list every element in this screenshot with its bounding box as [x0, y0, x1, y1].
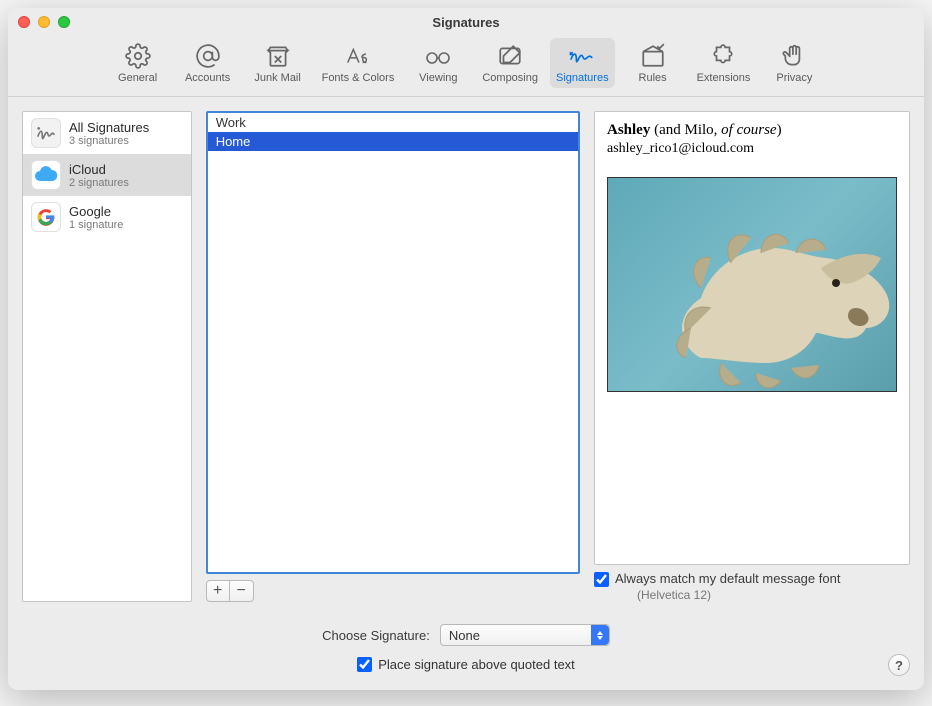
close-window-button[interactable] — [18, 16, 30, 28]
choose-signature-select[interactable]: None — [440, 624, 610, 646]
zoom-window-button[interactable] — [58, 16, 70, 28]
match-font-text: Always match my default message font (He… — [615, 571, 840, 602]
google-icon — [31, 202, 61, 232]
tab-viewing[interactable]: Viewing — [406, 38, 470, 88]
account-title: iCloud — [69, 162, 129, 177]
account-list[interactable]: All Signatures 3 signatures iCloud 2 sig… — [22, 111, 192, 602]
account-sub: 3 signatures — [69, 135, 149, 147]
match-font-option: Always match my default message font (He… — [594, 571, 910, 602]
hand-icon — [780, 42, 808, 70]
compose-icon — [496, 42, 524, 70]
tab-label: Composing — [482, 72, 538, 84]
tab-rules[interactable]: Rules — [621, 38, 685, 88]
add-signature-button[interactable]: + — [206, 580, 230, 602]
account-text: iCloud 2 signatures — [69, 162, 129, 189]
match-font-sub: (Helvetica 12) — [637, 588, 840, 602]
fonts-icon — [344, 42, 372, 70]
panels: All Signatures 3 signatures iCloud 2 sig… — [8, 97, 924, 608]
place-above-label: Place signature above quoted text — [378, 657, 575, 672]
signature-name-line: Ashley (and Milo, of course) — [607, 122, 897, 139]
rules-icon — [639, 42, 667, 70]
bottom-controls: Choose Signature: None Place signature a… — [8, 608, 924, 690]
select-stepper-icon — [591, 625, 609, 645]
tab-accounts[interactable]: Accounts — [176, 38, 240, 88]
tab-privacy[interactable]: Privacy — [762, 38, 826, 88]
account-text: Google 1 signature — [69, 204, 123, 231]
preferences-toolbar: General Accounts Junk Mail Fonts & Color… — [8, 36, 924, 97]
puzzle-icon — [709, 42, 737, 70]
tab-composing[interactable]: Composing — [476, 38, 544, 88]
sig-name-paren-post: ) — [777, 122, 782, 138]
bin-icon — [264, 42, 292, 70]
place-above-checkbox[interactable] — [357, 657, 372, 672]
signature-icon — [568, 42, 596, 70]
choose-signature-row: Choose Signature: None — [22, 624, 910, 646]
account-text: All Signatures 3 signatures — [69, 120, 149, 147]
match-font-checkbox[interactable] — [594, 572, 609, 587]
sig-name-italic: of course — [721, 122, 776, 138]
tab-label: Viewing — [419, 72, 457, 84]
signature-image — [607, 177, 897, 392]
help-button[interactable]: ? — [888, 654, 910, 676]
account-title: All Signatures — [69, 120, 149, 135]
account-icloud[interactable]: iCloud 2 signatures — [23, 154, 191, 196]
tab-label: Extensions — [697, 72, 751, 84]
choose-signature-label: Choose Signature: — [322, 628, 430, 643]
account-sub: 2 signatures — [69, 177, 129, 189]
signature-row-work[interactable]: Work — [208, 113, 578, 132]
window-title: Signatures — [8, 15, 924, 30]
tab-fonts-colors[interactable]: Fonts & Colors — [316, 38, 401, 88]
place-above-option: Place signature above quoted text — [22, 656, 910, 672]
sig-name-bold: Ashley — [607, 122, 650, 138]
signature-row-home[interactable]: Home — [208, 132, 578, 151]
all-signatures-icon — [31, 118, 61, 148]
gear-icon — [124, 42, 152, 70]
tab-general[interactable]: General — [106, 38, 170, 88]
tab-label: General — [118, 72, 157, 84]
account-all-signatures[interactable]: All Signatures 3 signatures — [23, 112, 191, 154]
account-title: Google — [69, 204, 123, 219]
tab-label: Privacy — [776, 72, 812, 84]
choose-signature-value: None — [449, 628, 480, 643]
content-area: All Signatures 3 signatures iCloud 2 sig… — [8, 97, 924, 690]
tab-junk-mail[interactable]: Junk Mail — [246, 38, 310, 88]
sig-name-paren-pre: (and Milo, — [650, 122, 721, 138]
dog-illustration — [661, 208, 897, 392]
tab-label: Fonts & Colors — [322, 72, 395, 84]
tab-label: Junk Mail — [254, 72, 300, 84]
signature-email: ashley_rico1@icloud.com — [607, 141, 897, 157]
icloud-icon — [31, 160, 61, 190]
match-font-label: Always match my default message font — [615, 571, 840, 586]
preview-column: Ashley (and Milo, of course) ashley_rico… — [594, 111, 910, 602]
account-sub: 1 signature — [69, 219, 123, 231]
tab-label: Signatures — [556, 72, 609, 84]
tab-label: Accounts — [185, 72, 230, 84]
minimize-window-button[interactable] — [38, 16, 50, 28]
remove-signature-button[interactable]: − — [230, 580, 254, 602]
preferences-window: Signatures General Accounts Junk Mail Fo… — [8, 8, 924, 690]
signature-list[interactable]: Work Home — [206, 111, 580, 574]
tab-signatures[interactable]: Signatures — [550, 38, 615, 88]
tab-label: Rules — [639, 72, 667, 84]
signature-list-column: Work Home + − — [206, 111, 580, 602]
tab-extensions[interactable]: Extensions — [691, 38, 757, 88]
glasses-icon — [424, 42, 452, 70]
at-icon — [194, 42, 222, 70]
titlebar: Signatures — [8, 8, 924, 36]
signature-preview[interactable]: Ashley (and Milo, of course) ashley_rico… — [594, 111, 910, 565]
window-controls — [18, 16, 70, 28]
signature-list-buttons: + − — [206, 580, 580, 602]
account-google[interactable]: Google 1 signature — [23, 196, 191, 238]
